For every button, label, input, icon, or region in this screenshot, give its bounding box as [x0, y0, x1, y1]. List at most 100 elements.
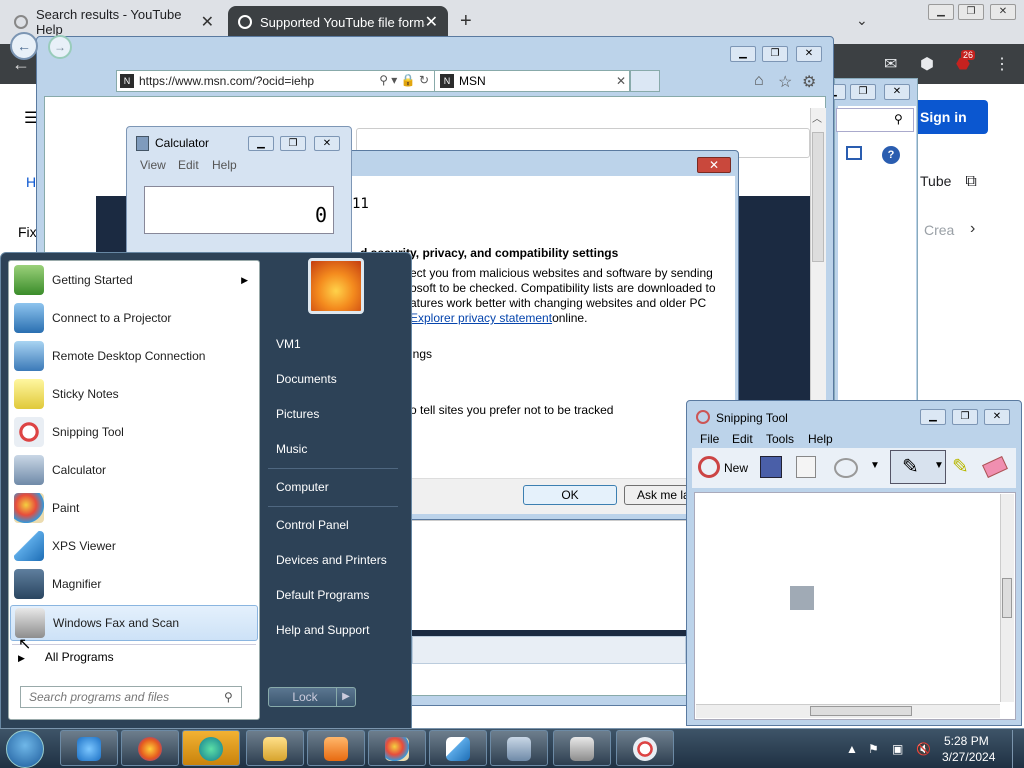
taskbar-calculator[interactable] [490, 730, 548, 766]
send-dropdown-icon[interactable]: ▼ [870, 460, 880, 471]
start-item-calculator[interactable]: Calculator [10, 452, 258, 488]
snip-horizontal-scroll-thumb[interactable] [810, 706, 912, 716]
privacy-statement-link[interactable]: Explorer privacy statement online. [410, 311, 587, 325]
pen-dropdown-icon[interactable]: ▼ [934, 460, 944, 471]
start-button-windows-orb-icon[interactable] [6, 730, 44, 768]
taskbar-internet-explorer[interactable] [60, 730, 118, 766]
start-right-computer[interactable]: Computer [276, 480, 329, 494]
ie-address-bar[interactable]: https://www.msn.com/?ocid=iehp ⚲ ▾ 🔒 ↻ [116, 70, 436, 92]
help-icon[interactable]: ? [882, 146, 900, 164]
taskbar-edge-active[interactable] [182, 730, 240, 766]
background-restore-button[interactable]: ❐ [850, 84, 876, 100]
ie-restore-button[interactable]: ❐ [762, 46, 788, 62]
calculator-restore-button[interactable]: ❐ [280, 136, 306, 151]
close-tab-icon[interactable]: ✕ [425, 12, 438, 32]
home-icon[interactable]: ⌂ [754, 72, 764, 90]
chrome-minimize-button[interactable]: ▁ [928, 4, 954, 20]
ie-scroll-thumb[interactable] [812, 132, 824, 262]
search-icon[interactable]: ⚲ [224, 690, 233, 704]
chrome-tab-file-formats[interactable]: Supported YouTube file format ✕ [228, 6, 448, 38]
calculator-close-button[interactable]: ✕ [314, 136, 340, 151]
start-search-input[interactable]: Search programs and files [20, 686, 242, 708]
calculator-menu-view[interactable]: View [140, 158, 166, 172]
start-right-devices-printers[interactable]: Devices and Printers [276, 553, 387, 567]
ie-close-button[interactable]: ✕ [796, 46, 822, 62]
snip-menu-edit[interactable]: Edit [732, 432, 753, 446]
snip-menu-help[interactable]: Help [808, 432, 833, 446]
calculator-minimize-button[interactable]: ▁ [248, 136, 274, 151]
new-tab-button[interactable]: + [460, 10, 472, 33]
ie-minimize-button[interactable]: ▁ [730, 46, 756, 62]
start-right-control-panel[interactable]: Control Panel [276, 518, 349, 532]
snip-new-button[interactable]: New [724, 461, 748, 475]
taskbar-xps-viewer[interactable] [429, 730, 487, 766]
start-item-sticky-notes[interactable]: Sticky Notes [10, 376, 258, 412]
settings-gear-icon[interactable]: ⚙ [802, 72, 816, 92]
start-right-pictures[interactable]: Pictures [276, 407, 319, 421]
taskbar-snipping-tool[interactable] [616, 730, 674, 766]
shutdown-options-arrow-icon[interactable]: ▶ [336, 688, 355, 706]
snip-close-button[interactable]: ✕ [984, 409, 1010, 425]
user-account-picture[interactable] [308, 258, 364, 314]
start-item-windows-fax-scan[interactable]: Windows Fax and Scan [10, 605, 258, 641]
send-snip-icon[interactable] [834, 458, 858, 478]
start-item-xps-viewer[interactable]: XPS Viewer [10, 528, 258, 564]
start-right-documents[interactable]: Documents [276, 372, 337, 386]
start-right-vm1[interactable]: VM1 [276, 337, 301, 351]
start-right-music[interactable]: Music [276, 442, 307, 456]
ie-new-tab-button[interactable] [630, 70, 660, 92]
snip-vertical-scroll-thumb[interactable] [1002, 578, 1012, 618]
calculator-menu-help[interactable]: Help [212, 158, 237, 172]
chrome-tab-youtube-help[interactable]: Search results - YouTube Help ✕ [4, 6, 224, 38]
taskbar-file-explorer[interactable] [246, 730, 304, 766]
signin-button[interactable]: Sign in [908, 100, 988, 134]
start-right-default-programs[interactable]: Default Programs [276, 588, 369, 602]
background-close-button[interactable]: ✕ [884, 84, 910, 100]
taskbar-paint[interactable] [368, 730, 426, 766]
action-center-flag-icon[interactable]: ⚑ [868, 742, 879, 756]
snip-minimize-button[interactable]: ▁ [920, 409, 946, 425]
highlighter-icon[interactable]: ✎ [952, 454, 969, 479]
copy-icon[interactable] [796, 456, 816, 478]
ok-button[interactable]: OK [523, 485, 617, 505]
ie-tab-close-icon[interactable]: ✕ [616, 74, 626, 88]
network-icon[interactable]: ▣ [892, 742, 903, 756]
start-item-magnifier[interactable]: Magnifier [10, 566, 258, 602]
all-programs-button[interactable]: ▶ All Programs [18, 650, 114, 664]
menu-dots-icon[interactable]: ⋮ [994, 54, 1010, 74]
ie-tab-msn[interactable]: MSN [434, 70, 630, 92]
taskbar-media-player[interactable] [307, 730, 365, 766]
ie-back-button[interactable]: ← [10, 32, 38, 60]
ie-forward-button[interactable]: → [48, 35, 72, 59]
pocket-icon[interactable]: ✉ [884, 54, 897, 74]
show-hidden-icons-arrow-icon[interactable]: ▲ [846, 742, 858, 756]
youtube-link[interactable]: Tube ⧉ [920, 173, 977, 191]
start-item-getting-started[interactable]: Getting Started ▶ [10, 262, 258, 298]
start-item-snipping-tool[interactable]: Snipping Tool [10, 414, 258, 450]
start-item-remote-desktop[interactable]: Remote Desktop Connection [10, 338, 258, 374]
scroll-up-icon[interactable]: ︿ [812, 110, 822, 125]
save-disk-icon[interactable] [760, 456, 782, 478]
tab-search-chevron-icon[interactable]: ⌄ [856, 12, 868, 29]
favorites-star-icon[interactable]: ☆ [778, 72, 792, 92]
clock-date[interactable]: 3/27/2024 [942, 750, 995, 764]
create-chip[interactable]: Crea [924, 222, 954, 238]
taskbar-firefox[interactable] [121, 730, 179, 766]
panel-toggle-icon[interactable] [846, 146, 862, 160]
snip-restore-button[interactable]: ❐ [952, 409, 978, 425]
chrome-restore-button[interactable]: ❐ [958, 4, 984, 20]
snip-menu-tools[interactable]: Tools [766, 432, 794, 446]
show-desktop-button[interactable] [1012, 730, 1024, 768]
volume-muted-icon[interactable]: 🔇 [916, 742, 931, 756]
privacy-link-text[interactable]: Explorer privacy statement [410, 311, 552, 325]
taskbar-fax-scan[interactable] [553, 730, 611, 766]
scissors-icon[interactable] [698, 456, 720, 478]
chevron-right-icon[interactable]: › [970, 220, 975, 238]
chrome-close-button[interactable]: ✕ [990, 4, 1016, 20]
start-item-connect-projector[interactable]: Connect to a Projector [10, 300, 258, 336]
calculator-menu-edit[interactable]: Edit [178, 158, 199, 172]
close-tab-icon[interactable]: ✕ [201, 12, 214, 32]
start-item-paint[interactable]: Paint [10, 490, 258, 526]
extensions-icon[interactable]: ⬢ [920, 54, 934, 74]
snip-menu-file[interactable]: File [700, 432, 719, 446]
